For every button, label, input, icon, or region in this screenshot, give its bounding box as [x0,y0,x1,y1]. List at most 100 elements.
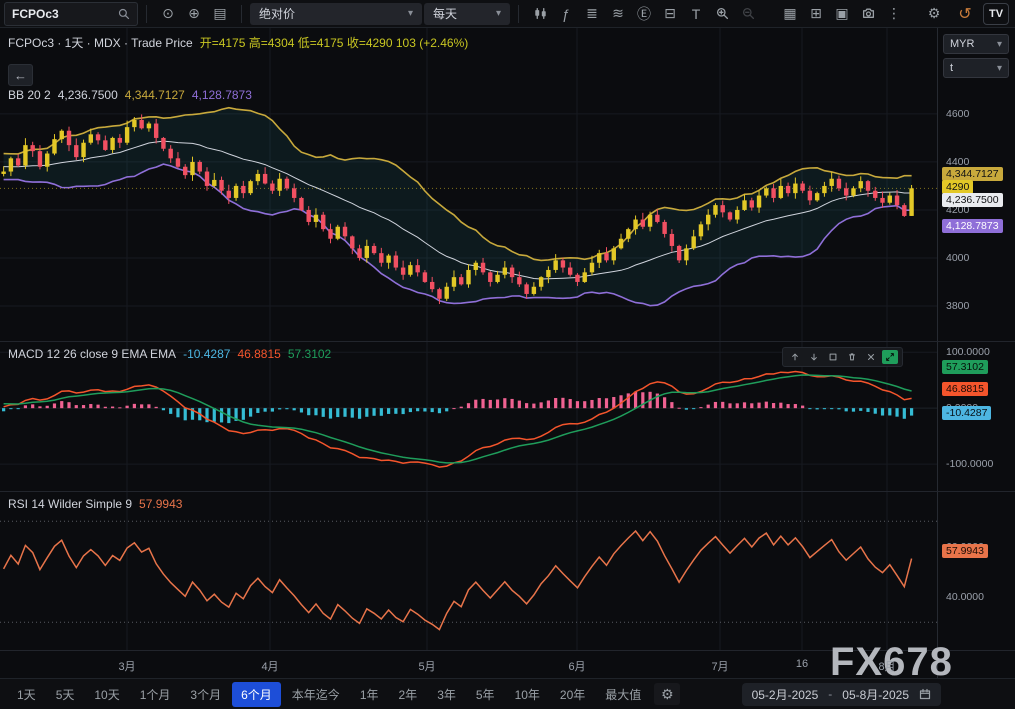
pane-expand-icon[interactable] [882,350,898,364]
unit-dropdown[interactable]: t ▾ [943,58,1009,78]
price-pane-header: FCPOc3 · 1天 · MDX · Trade Price 开=4175 高… [8,34,468,51]
date-separator: - [828,687,832,701]
price-mode-dropdown[interactable]: 绝对价 ▾ [250,3,422,25]
settings-gear-icon[interactable]: ⚙ [921,2,947,26]
toolbar-left-icons: ⊙⊕▤ [155,2,233,26]
chevron-down-icon: ▾ [997,63,1002,74]
range-button-1个月[interactable]: 1个月 [131,682,180,707]
time-axis-label: 4月 [261,658,278,674]
zoom-in-icon[interactable] [709,2,735,26]
pane-move-down-icon[interactable] [806,350,822,364]
time-axis-label: 16 [796,658,808,670]
text-tool-icon[interactable]: T [683,2,709,26]
pane-move-up-icon[interactable] [787,350,803,364]
price-chart-canvas[interactable] [0,28,937,341]
save-layout-icon[interactable]: ▣ [829,2,855,26]
toolbar-divider [518,5,519,23]
trading-app: FCPOc3 ⊙⊕▤ 绝对价 ▾ 每天 ▾ ƒ≣≋Ⓔ⊟T ▦⊞▣ ⋮ ⚙ ↺ TV [0,0,1015,709]
bb-indicator-row[interactable]: BB 20 2 4,236.7500 4,344.7127 4,128.7873 [8,88,252,102]
macd-pane-header[interactable]: MACD 12 26 close 9 EMA EMA -10.4287 46.8… [8,347,331,361]
bb-basis-value: 4,236.7500 [58,88,118,102]
bb-upper-value: 4,344.7127 [125,88,185,102]
pane-divider[interactable] [0,491,1015,492]
macd-axis-label: 100.0000 [946,346,990,358]
macd-badge: 57.3102 [942,360,988,374]
date-range-picker[interactable]: 05-2月-2025 - 05-8月-2025 [742,683,941,706]
rsi-indicator-label: RSI 14 Wilder Simple 9 [8,497,132,511]
range-button-3年[interactable]: 3年 [428,682,465,707]
price-badge: 4,128.7873 [942,219,1003,233]
price-badge: 4,236.7500 [942,193,1003,207]
indicators-icon[interactable]: ƒ [553,2,579,26]
time-axis[interactable]: 3月4月5月6月7月168月 [0,650,937,678]
range-button-20年[interactable]: 20年 [551,682,594,707]
layout-grid-icon[interactable]: ▦ [777,2,803,26]
chart-title[interactable]: FCPOc3 · 1天 · MDX · Trade Price [8,34,193,51]
toolbar-divider [241,5,242,23]
price-axis-label: 4600 [946,108,969,120]
range-button-10年[interactable]: 10年 [506,682,549,707]
range-button-1天[interactable]: 1天 [8,682,45,707]
alignment-tool-icon[interactable]: ⊟ [657,2,683,26]
price-axis-label: 4400 [946,156,969,168]
time-axis-label: 7月 [711,658,728,674]
multi-chart-icon[interactable]: ⊞ [803,2,829,26]
reset-chart-icon[interactable]: ↺ [952,2,978,26]
range-settings-icon[interactable]: ⚙ [654,683,680,705]
ohlc-values: 开=4175 高=4304 低=4175 收=4290 103 (+2.46%) [200,34,469,51]
range-button-1年[interactable]: 1年 [351,682,388,707]
range-button-2年[interactable]: 2年 [390,682,427,707]
range-button-本年迄今[interactable]: 本年迄今 [283,682,349,707]
bb-lower-value: 4,128.7873 [192,88,252,102]
watchlist-icon[interactable]: ⊙ [155,2,181,26]
compare-icon[interactable]: ≋ [605,2,631,26]
currency-dropdown[interactable]: MYR ▾ [943,34,1009,54]
price-axis-label: 3800 [946,300,969,312]
symbol-search[interactable]: FCPOc3 [4,2,138,26]
macd-signal-value: 57.3102 [288,347,331,361]
macd-pane: MACD 12 26 close 9 EMA EMA -10.4287 46.8… [0,341,937,491]
pane-close-icon[interactable] [863,350,879,364]
range-button-6个月[interactable]: 6个月 [232,682,281,707]
chart-column: FCPOc3 · 1天 · MDX · Trade Price 开=4175 高… [0,28,937,678]
range-button-10天[interactable]: 10天 [85,682,128,707]
macd-badge: 46.8815 [942,382,988,396]
price-scale[interactable]: MYR ▾ t ▾ 46004400420040003800100.00000.… [937,28,1015,678]
tradingview-logo[interactable]: TV [983,3,1009,25]
toolbar-right: ⚙ ↺ TV [921,2,1011,26]
range-button-5天[interactable]: 5天 [47,682,84,707]
chevron-down-icon: ▾ [496,8,501,19]
screenshot-icon[interactable] [855,2,881,26]
pane-delete-icon[interactable] [844,350,860,364]
time-axis-label: 8月 [878,658,895,674]
open-layout-icon[interactable]: ▤ [207,2,233,26]
bottom-toolbar: 1天5天10天1个月3个月6个月本年迄今1年2年3年5年10年20年最大值 ⚙ … [0,678,1015,709]
interval-label: 每天 [433,5,457,22]
rsi-pane-header[interactable]: RSI 14 Wilder Simple 9 57.9943 [8,497,182,511]
unit-label: t [950,62,953,74]
range-button-最大值[interactable]: 最大值 [596,682,650,707]
range-button-5年[interactable]: 5年 [467,682,504,707]
pane-divider[interactable] [0,341,1015,342]
chart-style-icon[interactable] [527,2,553,26]
date-from: 05-2月-2025 [752,686,819,703]
chevron-down-icon: ▾ [408,8,413,19]
interval-dropdown[interactable]: 每天 ▾ [424,3,510,25]
chart-region: FCPOc3 · 1天 · MDX · Trade Price 开=4175 高… [0,28,1015,678]
indicator-templates-icon[interactable]: ≣ [579,2,605,26]
macd-badge: -10.4287 [942,406,991,420]
pane-maximize-icon[interactable] [825,350,841,364]
economic-events-icon[interactable]: Ⓔ [631,2,657,26]
time-axis-label: 5月 [418,658,435,674]
zoom-out-icon[interactable] [735,2,761,26]
more-options-icon[interactable]: ⋮ [881,2,907,26]
price-pane: FCPOc3 · 1天 · MDX · Trade Price 开=4175 高… [0,28,937,341]
toolbar-tool-icons: ƒ≣≋Ⓔ⊟T [527,2,761,26]
bb-indicator-label: BB 20 2 [8,88,51,102]
left-arrow-icon: ← [14,68,27,83]
range-button-3个月[interactable]: 3个月 [181,682,230,707]
rsi-chart-canvas[interactable] [0,491,937,650]
add-symbol-icon[interactable]: ⊕ [181,2,207,26]
toolbar-layout-icons: ▦⊞▣ ⋮ [777,2,907,26]
scroll-left-button[interactable]: ← [8,64,33,86]
